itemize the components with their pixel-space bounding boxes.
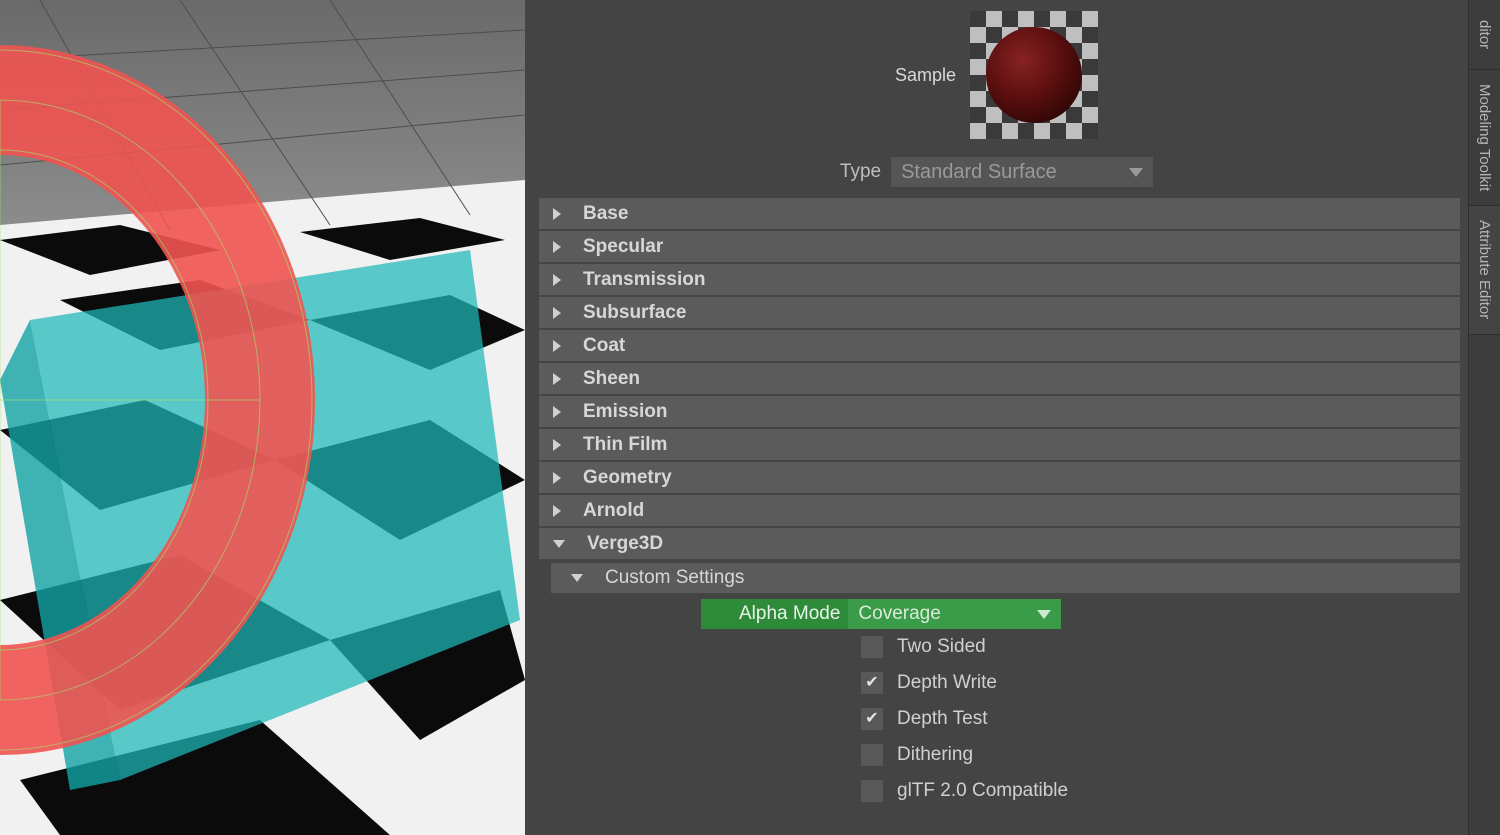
checkbox-depth-test[interactable] xyxy=(861,708,883,730)
tab-label: Attribute Editor xyxy=(1476,206,1493,333)
section-title: Transmission xyxy=(583,269,706,291)
type-label: Type xyxy=(840,161,881,183)
checkbox-label: Depth Test xyxy=(897,708,987,730)
section-title: Arnold xyxy=(583,500,644,522)
chevron-right-icon xyxy=(553,274,561,286)
chevron-right-icon xyxy=(553,340,561,352)
checkbox-label: Depth Write xyxy=(897,672,997,694)
section-geometry[interactable]: Geometry xyxy=(539,462,1460,493)
section-sheen[interactable]: Sheen xyxy=(539,363,1460,394)
section-transmission[interactable]: Transmission xyxy=(539,264,1460,295)
checkbox-depth-write[interactable] xyxy=(861,672,883,694)
viewport-3d[interactable] xyxy=(0,0,525,835)
checkbox-label: Dithering xyxy=(897,744,973,766)
section-title: Verge3D xyxy=(587,533,663,555)
chevron-down-icon xyxy=(553,540,565,548)
tab-label: ditor xyxy=(1476,6,1493,63)
section-title: Emission xyxy=(583,401,667,423)
chevron-down-icon xyxy=(1037,610,1051,619)
type-row: Type Standard Surface xyxy=(525,150,1468,194)
subsection-title: Custom Settings xyxy=(605,567,744,589)
checkbox-label: glTF 2.0 Compatible xyxy=(897,780,1068,802)
section-title: Geometry xyxy=(583,467,672,489)
chevron-right-icon xyxy=(553,373,561,385)
checkbox-two-sided-row: Two Sided xyxy=(861,629,1460,665)
alpha-mode-row: Alpha Mode Coverage xyxy=(701,599,1061,629)
section-title: Base xyxy=(583,203,628,225)
chevron-right-icon xyxy=(553,241,561,253)
checkbox-label: Two Sided xyxy=(897,636,986,658)
checkbox-depth-test-row: Depth Test xyxy=(861,701,1460,737)
attribute-panel: Sample xyxy=(525,0,1468,835)
section-title: Sheen xyxy=(583,368,640,390)
checkbox-two-sided[interactable] xyxy=(861,636,883,658)
section-thin-film[interactable]: Thin Film xyxy=(539,429,1460,460)
verge3d-body: Custom Settings Alpha Mode Coverage Two … xyxy=(539,561,1460,809)
checkbox-gltf-compat[interactable] xyxy=(861,780,883,802)
section-title: Subsurface xyxy=(583,302,686,324)
chevron-right-icon xyxy=(553,406,561,418)
section-title: Coat xyxy=(583,335,625,357)
chevron-down-icon xyxy=(1129,168,1143,177)
alpha-mode-value: Coverage xyxy=(858,603,940,625)
alpha-mode-label: Alpha Mode xyxy=(701,603,848,625)
chevron-right-icon xyxy=(553,208,561,220)
section-base[interactable]: Base xyxy=(539,198,1460,229)
section-coat[interactable]: Coat xyxy=(539,330,1460,361)
checkbox-depth-write-row: Depth Write xyxy=(861,665,1460,701)
checkbox-dithering[interactable] xyxy=(861,744,883,766)
material-swatch[interactable] xyxy=(970,11,1098,139)
sample-label: Sample xyxy=(895,65,956,86)
sections-list: Base Specular Transmission Subsurface Co… xyxy=(525,194,1468,809)
material-preview-sphere xyxy=(986,27,1082,123)
type-dropdown[interactable]: Standard Surface xyxy=(891,157,1153,187)
tab-editor-partial[interactable]: ditor xyxy=(1469,0,1500,70)
chevron-right-icon xyxy=(553,439,561,451)
checkbox-dithering-row: Dithering xyxy=(861,737,1460,773)
chevron-right-icon xyxy=(553,307,561,319)
material-sample-row: Sample xyxy=(525,0,1468,150)
section-emission[interactable]: Emission xyxy=(539,396,1460,427)
custom-settings-body: Alpha Mode Coverage Two Sided Depth Writ… xyxy=(551,593,1460,809)
subsection-custom-settings[interactable]: Custom Settings xyxy=(551,563,1460,593)
right-tab-strip: ditor Modeling Toolkit Attribute Editor xyxy=(1468,0,1500,835)
section-subsurface[interactable]: Subsurface xyxy=(539,297,1460,328)
tab-modeling-toolkit[interactable]: Modeling Toolkit xyxy=(1469,70,1500,206)
chevron-right-icon xyxy=(553,472,561,484)
section-arnold[interactable]: Arnold xyxy=(539,495,1460,526)
app-root: Sample xyxy=(0,0,1500,835)
section-verge3d[interactable]: Verge3D xyxy=(539,528,1460,559)
section-title: Specular xyxy=(583,236,663,258)
alpha-mode-dropdown[interactable]: Coverage xyxy=(848,599,1061,629)
tab-label: Modeling Toolkit xyxy=(1476,70,1493,205)
section-title: Thin Film xyxy=(583,434,667,456)
type-value: Standard Surface xyxy=(901,161,1057,184)
chevron-right-icon xyxy=(553,505,561,517)
checkbox-gltf-compat-row: glTF 2.0 Compatible xyxy=(861,773,1460,809)
chevron-down-icon xyxy=(571,574,583,582)
tab-attribute-editor[interactable]: Attribute Editor xyxy=(1469,206,1500,334)
section-specular[interactable]: Specular xyxy=(539,231,1460,262)
